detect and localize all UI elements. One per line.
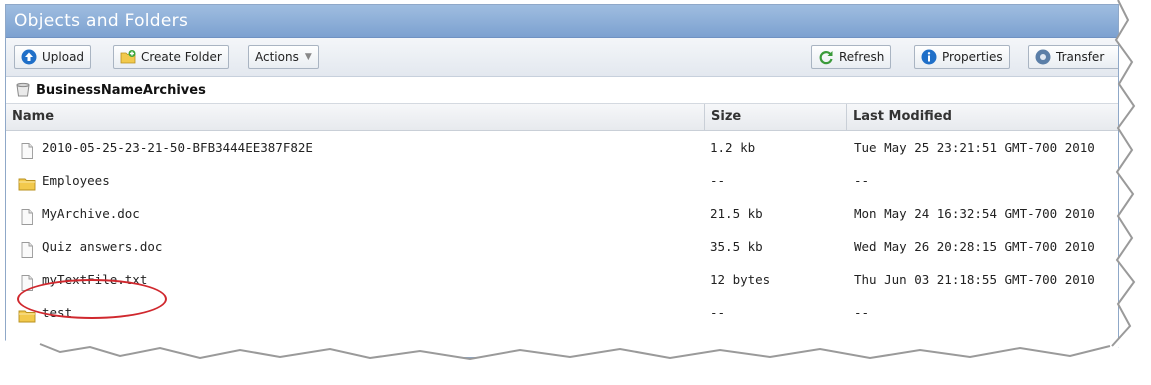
name-cell[interactable]: Employees [18, 164, 110, 197]
name-cell[interactable]: 2010-05-25-23-21-50-BFB3444EE387F82E [18, 131, 313, 164]
file-list: 2010-05-25-23-21-50-BFB3444EE387F82E 1.2 … [6, 131, 1118, 329]
table-row[interactable]: Quiz answers.doc 35.5 kb Wed May 26 20:28:… [6, 230, 1118, 263]
file-icon [18, 238, 36, 258]
name-cell[interactable]: MyArchive.doc [18, 197, 140, 230]
last-modified-cell: -- [854, 305, 870, 320]
last-modified-cell: Mon May 24 16:32:54 GMT-700 2010 [854, 206, 1095, 221]
new-folder-icon [120, 49, 136, 65]
info-icon [921, 49, 937, 65]
actions-dropdown[interactable]: Actions ▼ [248, 45, 319, 69]
last-modified-cell: Thu Jun 03 21:18:55 GMT-700 2010 [854, 272, 1095, 287]
file-name[interactable]: Quiz answers.doc [42, 230, 162, 263]
transfer-button[interactable]: Transfer [1028, 45, 1118, 69]
name-cell[interactable]: Quiz answers.doc [18, 230, 162, 263]
table-row[interactable]: test -- -- [6, 296, 1118, 329]
properties-button[interactable]: Properties [914, 45, 1010, 69]
table-row[interactable]: Employees -- -- [6, 164, 1118, 197]
last-modified-cell: Tue May 25 23:21:51 GMT-700 2010 [854, 140, 1095, 155]
column-header-size[interactable]: Size [704, 104, 846, 130]
refresh-icon [818, 49, 834, 65]
table-row[interactable]: 2010-05-25-23-21-50-BFB3444EE387F82E 1.2 … [6, 131, 1118, 164]
refresh-button[interactable]: Refresh [811, 45, 892, 69]
table-row[interactable]: MyArchive.doc 21.5 kb Mon May 24 16:32:54 … [6, 197, 1118, 230]
bucket-name[interactable]: BusinessNameArchives [36, 83, 206, 98]
upload-icon [21, 49, 37, 65]
file-name[interactable]: test [42, 296, 72, 329]
last-modified-cell: -- [854, 173, 870, 188]
name-cell[interactable]: test [18, 296, 72, 329]
refresh-label: Refresh [839, 50, 885, 64]
size-cell: 12 bytes [710, 272, 771, 287]
upload-button[interactable]: Upload [14, 45, 92, 69]
file-name[interactable]: Employees [42, 164, 110, 197]
breadcrumb: BusinessNameArchives [6, 77, 1118, 104]
bucket-icon [14, 81, 32, 99]
folder-icon [18, 304, 36, 322]
file-name[interactable]: myTextFile.txt [42, 263, 147, 296]
create-folder-label: Create Folder [141, 50, 222, 64]
file-name[interactable]: 2010-05-25-23-21-50-BFB3444EE387F82E [42, 131, 313, 164]
size-cell: 1.2 kb [710, 140, 756, 155]
size-cell: -- [710, 305, 726, 320]
size-cell: 35.5 kb [710, 239, 763, 254]
panel-title: Objects and Folders [6, 5, 1118, 38]
table-header: Name Size Last Modified [6, 104, 1118, 131]
objects-and-folders-panel: Objects and Folders Upload Create Folder… [5, 4, 1119, 358]
folder-icon [18, 172, 36, 190]
name-cell[interactable]: myTextFile.txt [18, 263, 147, 296]
transfer-icon [1035, 49, 1051, 65]
properties-label: Properties [942, 50, 1003, 64]
actions-label: Actions [255, 50, 299, 64]
toolbar: Upload Create Folder Actions ▼ Refresh P… [6, 38, 1118, 77]
last-modified-cell: Wed May 26 20:28:15 GMT-700 2010 [854, 239, 1095, 254]
file-name[interactable]: MyArchive.doc [42, 197, 140, 230]
create-folder-button[interactable]: Create Folder [113, 45, 229, 69]
table-row[interactable]: myTextFile.txt 12 bytes Thu Jun 03 21:18:5… [6, 263, 1118, 296]
chevron-down-icon: ▼ [304, 52, 312, 62]
column-header-last-modified[interactable]: Last Modified [846, 104, 1118, 130]
column-header-name[interactable]: Name [6, 104, 704, 130]
file-icon [18, 205, 36, 225]
transfer-label: Transfer [1056, 50, 1105, 64]
file-icon [18, 139, 36, 159]
size-cell: -- [710, 173, 726, 188]
size-cell: 21.5 kb [710, 206, 763, 221]
file-icon [18, 271, 36, 291]
upload-label: Upload [42, 50, 85, 64]
